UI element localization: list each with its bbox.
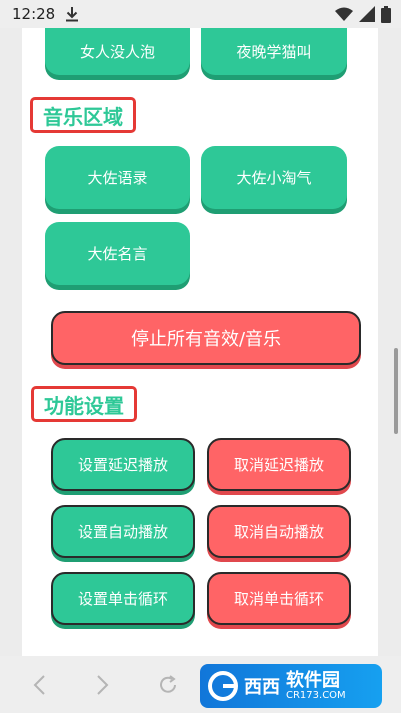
- back-button[interactable]: [24, 670, 54, 700]
- music-button-1[interactable]: 大佐语录: [45, 146, 190, 209]
- sound-button-1-label: 女人没人泡: [79, 43, 155, 61]
- wifi-icon: [335, 7, 353, 21]
- music-button-2-label: 大佐小淘气: [236, 169, 312, 187]
- status-right: [335, 5, 391, 23]
- chevron-right-icon: [97, 675, 109, 695]
- site-watermark: 西西 软件园 CR173.COM: [200, 664, 382, 708]
- refresh-button[interactable]: [153, 670, 183, 700]
- music-button-1-label: 大佐语录: [87, 169, 148, 187]
- sound-button-2[interactable]: 夜晚学猫叫: [201, 28, 347, 75]
- set-autoplay-button[interactable]: 设置自动播放: [51, 505, 195, 558]
- stop-all-button[interactable]: 停止所有音效/音乐: [51, 311, 361, 365]
- music-section-title: 音乐区域: [30, 97, 136, 133]
- logo-icon: [208, 671, 238, 701]
- music-button-2[interactable]: 大佐小淘气: [201, 146, 347, 209]
- app-page: 女人没人泡 夜晚学猫叫 音乐区域 大佐语录 大佐小淘气 大佐名言 停止所有音效/…: [22, 28, 378, 656]
- battery-icon: [381, 5, 391, 23]
- sound-button-1[interactable]: 女人没人泡: [45, 28, 190, 75]
- cancel-delay-button[interactable]: 取消延迟播放: [207, 438, 351, 491]
- cancel-loop-button[interactable]: 取消单击循环: [207, 572, 351, 625]
- watermark-brand: 西西: [244, 677, 280, 698]
- signal-icon: [359, 6, 375, 22]
- watermark-url: CR173.COM: [286, 690, 346, 702]
- music-button-3-label: 大佐名言: [87, 245, 148, 263]
- settings-section-title: 功能设置: [31, 386, 137, 422]
- stop-all-label: 停止所有音效/音乐: [130, 329, 282, 350]
- sound-button-2-label: 夜晚学猫叫: [236, 43, 312, 61]
- status-bar: 12:28: [0, 0, 401, 28]
- set-delay-button[interactable]: 设置延迟播放: [51, 438, 195, 491]
- forward-button[interactable]: [88, 670, 118, 700]
- set-loop-button[interactable]: 设置单击循环: [51, 572, 195, 625]
- refresh-icon: [160, 675, 176, 693]
- chevron-left-icon: [33, 675, 45, 695]
- status-left: 12:28: [12, 5, 79, 23]
- music-button-3[interactable]: 大佐名言: [45, 222, 190, 285]
- watermark-text-group: 软件园 CR173.COM: [286, 669, 346, 702]
- status-time: 12:28: [12, 5, 56, 23]
- download-icon: [65, 6, 79, 22]
- cancel-autoplay-button[interactable]: 取消自动播放: [207, 505, 351, 558]
- scrollbar[interactable]: [394, 348, 398, 434]
- watermark-name: 软件园: [286, 669, 340, 691]
